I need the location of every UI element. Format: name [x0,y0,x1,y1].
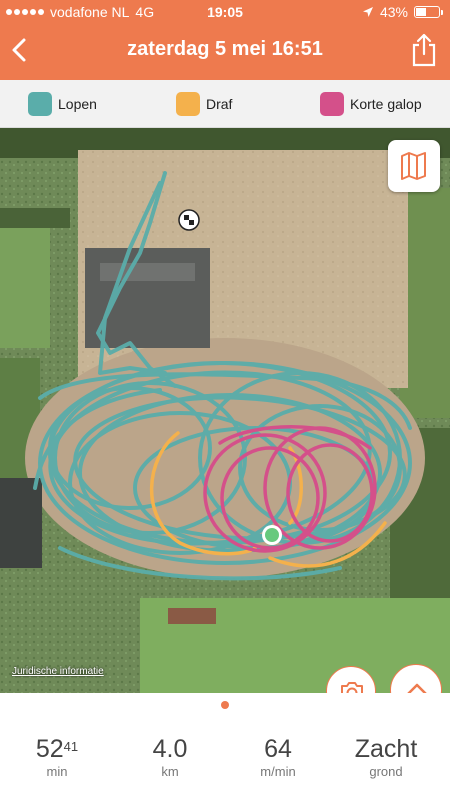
current-position-marker [262,525,282,545]
legend-item-draf: Draf [176,91,233,116]
stat-speed: 64 m/min [228,735,328,779]
stat-value: 52 [35,735,64,763]
legend-item-lopen: Lopen [28,91,97,116]
gait-legend: Lopen Draf Korte galop [0,80,450,128]
stat-value-sup: 41 [63,739,79,754]
stat-duration: 5241 min [7,735,107,779]
route-map[interactable]: Juridische informatie [0,128,450,693]
satellite-map[interactable] [0,128,450,693]
field [0,228,50,348]
page-title: zaterdag 5 mei 16:51 [127,38,323,60]
hedge [0,208,70,228]
nav-bar: zaterdag 5 mei 16:51 [0,24,450,80]
stats-panel: 5241 min 4.0 km 64 m/min Zacht grond [0,693,450,800]
map-icon [401,152,426,180]
building [168,608,216,624]
stat-value: 64 [264,735,292,763]
location-arrow-icon [362,7,373,17]
stat-label: m/min [260,764,296,779]
stat-ground: Zacht grond [336,735,436,779]
camera-icon [341,682,363,693]
legend-label: Draf [206,95,233,112]
battery-icon [414,6,443,18]
building [0,478,42,568]
page-indicator [221,701,229,709]
camera-button[interactable] [326,666,376,693]
stat-distance: 4.0 km [120,735,220,779]
stat-label: min [46,764,68,779]
battery-percent: 43% [379,4,408,20]
stat-value: Zacht [354,735,418,763]
legend-item-korte-galop: Korte galop [320,91,422,116]
legend-swatch [28,91,52,116]
legal-link[interactable]: Juridische informatie [12,666,104,677]
expand-stats-button[interactable] [390,664,442,693]
top-bar: vodafone NL 4G 19:05 43% zaterdag 5 mei … [0,0,450,80]
legend-label: Lopen [58,95,97,112]
building [100,263,195,281]
legend-label: Korte galop [350,95,422,112]
map-type-button[interactable] [388,140,440,192]
finish-flag-icon [178,209,200,231]
status-bar: vodafone NL 4G 19:05 43% [0,0,450,24]
stat-label: km [161,764,179,779]
chevron-up-icon [407,683,427,693]
stat-value: 4.0 [152,735,188,763]
legend-swatch [320,91,344,116]
share-icon[interactable] [410,32,438,68]
legend-swatch [176,91,200,116]
stat-label: grond [369,764,403,779]
